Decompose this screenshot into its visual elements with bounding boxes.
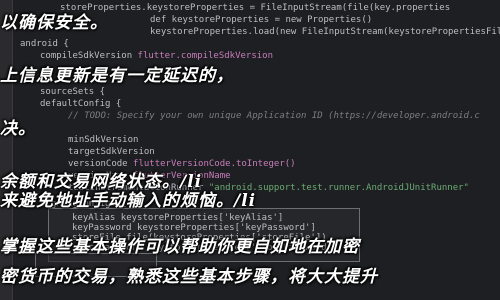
overlay-line-6: 掌握这些基本操作可以帮助你更自如地在加密 <box>0 237 360 257</box>
overlay-line-2: 上信息更新是有一定延迟的， <box>0 66 234 86</box>
code-line-todo-comment: // TODO: Specify your own unique Applica… <box>68 111 480 121</box>
code-line-source-sets: sourceSets { <box>40 87 106 97</box>
code-line-1: storeProperties.keystoreProperties = Fil… <box>60 3 451 13</box>
overlay-line-7: 密货币的交易，熟悉这些基本步骤，将大大提升 <box>0 267 378 287</box>
code-line-android: android { <box>20 39 69 49</box>
code-line-min-sdk: minSdkVersion <box>68 135 139 145</box>
code-line-target-sdk: targetSdkVersion <box>68 147 155 157</box>
overlay-line-1: 以确保安全。 <box>0 13 108 33</box>
overlay-line-3: 决。 <box>0 119 36 139</box>
code-line-2: def keystoreProperties = new Properties(… <box>150 15 373 25</box>
code-line-2b: keystoreProperties.load(new FileInputStr… <box>150 27 500 37</box>
code-line-default-config: defaultConfig { <box>40 99 122 109</box>
overlay-line-5: 来避免地址手动输入的烦恼。/li <box>0 191 257 211</box>
